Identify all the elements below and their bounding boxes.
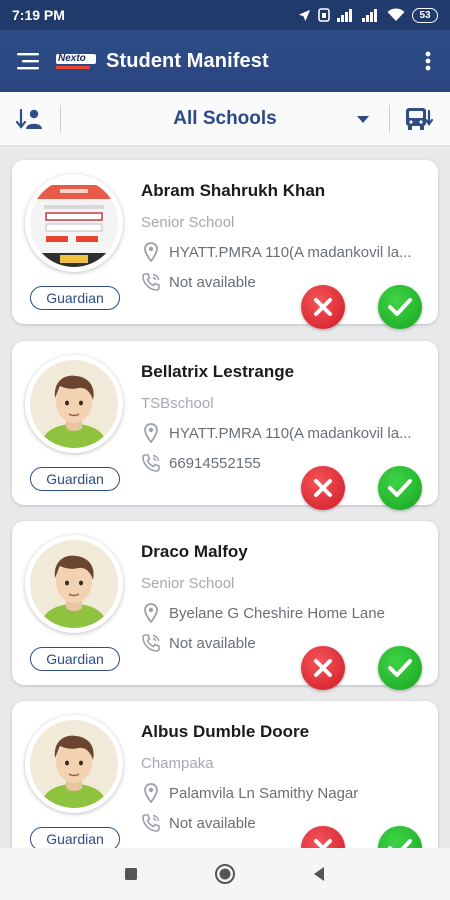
phone-icon bbox=[141, 634, 161, 652]
address-row: Byelane G Cheshire Home Lane bbox=[141, 603, 431, 623]
more-vert-icon bbox=[425, 51, 431, 71]
address-text: HYATT.PMRA 110(A madankovil la... bbox=[169, 424, 412, 442]
wifi-icon bbox=[387, 8, 405, 21]
phone-icon bbox=[141, 814, 161, 832]
student-list[interactable]: Guardian Abram Shahrukh Khan Senior Scho… bbox=[0, 146, 450, 848]
system-nav-bar bbox=[0, 848, 450, 900]
signal-icon bbox=[362, 8, 377, 22]
status-time: 7:19 PM bbox=[12, 7, 65, 23]
status-icons: 53 bbox=[298, 7, 438, 23]
school-dropdown[interactable]: All Schools bbox=[61, 92, 389, 146]
close-icon bbox=[314, 659, 332, 677]
check-icon bbox=[388, 479, 412, 497]
page-title: Student Manifest bbox=[106, 49, 269, 72]
accept-button[interactable] bbox=[378, 646, 422, 690]
phone-text: Not available bbox=[169, 273, 256, 291]
filter-bar: All Schools bbox=[0, 92, 450, 146]
location-pin-icon bbox=[141, 783, 161, 803]
student-card[interactable]: Guardian Albus Dumble Doore Champaka Pal… bbox=[12, 701, 438, 848]
phone-icon bbox=[141, 454, 161, 472]
accept-button[interactable] bbox=[378, 285, 422, 329]
student-card[interactable]: Guardian Draco Malfoy Senior School Byel… bbox=[12, 521, 438, 690]
location-pin-icon bbox=[141, 423, 161, 443]
location-pin-icon bbox=[141, 242, 161, 262]
recent-apps-button[interactable] bbox=[84, 848, 178, 900]
avatar bbox=[25, 174, 123, 272]
student-photo bbox=[30, 179, 118, 267]
check-icon bbox=[388, 298, 412, 316]
close-icon bbox=[314, 479, 332, 497]
app-bar: Nexto Student Manifest bbox=[0, 30, 450, 92]
back-button[interactable] bbox=[272, 848, 366, 900]
phone-text: Not available bbox=[169, 814, 256, 832]
student-name: Abram Shahrukh Khan bbox=[141, 181, 326, 200]
logo-text: Nexto bbox=[56, 53, 96, 64]
address-row: HYATT.PMRA 110(A madankovil la... bbox=[141, 423, 431, 443]
student-name: Draco Malfoy bbox=[141, 542, 248, 561]
student-card[interactable]: Guardian Abram Shahrukh Khan Senior Scho… bbox=[12, 160, 438, 329]
home-button[interactable] bbox=[178, 848, 272, 900]
phone-text: Not available bbox=[169, 634, 256, 652]
default-boy-avatar bbox=[30, 720, 118, 808]
square-icon bbox=[125, 868, 137, 880]
school-dropdown-value: All Schools bbox=[173, 107, 277, 129]
status-bar: 7:19 PM 53 bbox=[0, 0, 450, 30]
person-sort-icon bbox=[16, 108, 42, 129]
hamburger-menu-icon bbox=[17, 53, 39, 70]
school-name: TSBschool bbox=[141, 395, 214, 412]
overflow-menu-button[interactable] bbox=[406, 30, 450, 92]
app-logo: Nexto bbox=[56, 50, 96, 72]
school-name: Senior School bbox=[141, 575, 235, 592]
navigation-icon bbox=[298, 9, 311, 21]
circle-icon bbox=[215, 864, 235, 884]
student-name: Albus Dumble Doore bbox=[141, 722, 310, 741]
avatar bbox=[25, 715, 123, 813]
bus-icon bbox=[406, 107, 434, 130]
school-name: Senior School bbox=[141, 214, 235, 231]
dropdown-caret-icon bbox=[357, 115, 369, 123]
bus-button[interactable] bbox=[390, 92, 450, 146]
guardian-button[interactable]: Guardian bbox=[30, 647, 120, 671]
phone-icon bbox=[141, 273, 161, 291]
guardian-button[interactable]: Guardian bbox=[30, 286, 120, 310]
address-text: Palamvila Ln Samithy Nagar bbox=[169, 784, 359, 802]
student-card[interactable]: Guardian Bellatrix Lestrange TSBschool H… bbox=[12, 341, 438, 510]
sim-icon bbox=[318, 8, 330, 22]
close-icon bbox=[314, 298, 332, 316]
menu-button[interactable] bbox=[0, 30, 56, 92]
address-row: Palamvila Ln Samithy Nagar bbox=[141, 783, 431, 803]
reject-button[interactable] bbox=[301, 285, 345, 329]
location-pin-icon bbox=[141, 603, 161, 623]
reject-button[interactable] bbox=[301, 466, 345, 510]
app-screen: 7:19 PM 53 Nexto Student Manifest All Sc… bbox=[0, 0, 450, 900]
signal-icon bbox=[337, 8, 352, 22]
school-name: Champaka bbox=[141, 755, 214, 772]
check-icon bbox=[388, 839, 412, 848]
default-boy-avatar bbox=[30, 360, 118, 448]
address-row: HYATT.PMRA 110(A madankovil la... bbox=[141, 242, 431, 262]
address-text: HYATT.PMRA 110(A madankovil la... bbox=[169, 243, 412, 261]
logo-underline bbox=[56, 65, 90, 69]
triangle-back-icon bbox=[314, 867, 324, 881]
guardian-button[interactable]: Guardian bbox=[30, 467, 120, 491]
default-boy-avatar bbox=[30, 540, 118, 628]
avatar bbox=[25, 535, 123, 633]
avatar bbox=[25, 355, 123, 453]
battery-icon: 53 bbox=[412, 7, 438, 23]
phone-text: 66914552155 bbox=[169, 454, 261, 472]
reject-button[interactable] bbox=[301, 646, 345, 690]
sort-students-button[interactable] bbox=[0, 92, 60, 146]
student-name: Bellatrix Lestrange bbox=[141, 362, 295, 381]
check-icon bbox=[388, 659, 412, 677]
address-text: Byelane G Cheshire Home Lane bbox=[169, 604, 385, 622]
guardian-button[interactable]: Guardian bbox=[30, 827, 120, 848]
accept-button[interactable] bbox=[378, 466, 422, 510]
close-icon bbox=[314, 839, 332, 848]
